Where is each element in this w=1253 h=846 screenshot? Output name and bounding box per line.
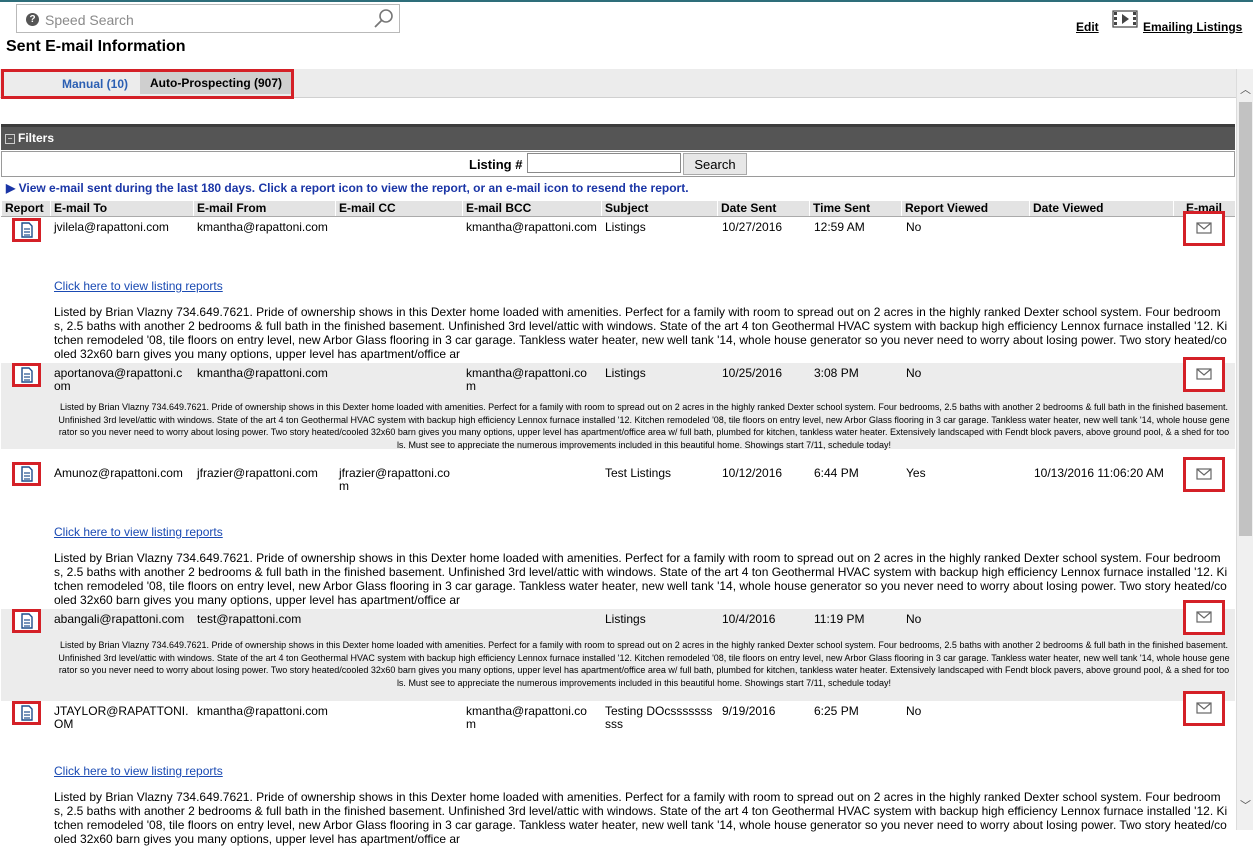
email-to: aportanova@rapattoni.com: [54, 366, 183, 393]
report-viewed: Yes: [906, 466, 926, 480]
col-time-sent[interactable]: Time Sent: [809, 201, 901, 216]
col-email-from[interactable]: E-mail From: [193, 201, 335, 216]
report-icon[interactable]: [12, 609, 41, 633]
report-icon[interactable]: [12, 218, 41, 242]
col-report-viewed[interactable]: Report Viewed: [901, 201, 1029, 216]
listing-number-input[interactable]: [527, 153, 681, 173]
email-to: Amunoz@rapattoni.com: [54, 466, 183, 480]
play-arrow-icon: ▶: [6, 181, 16, 195]
mail-icon[interactable]: [1183, 600, 1225, 635]
vertical-scrollbar[interactable]: ︿ ﹀: [1236, 69, 1253, 830]
email-to: abangali@rapattoni.com: [54, 612, 185, 626]
email-cc: jfrazier@rapattoni.com: [339, 466, 450, 493]
filters-header[interactable]: − Filters: [1, 124, 1235, 150]
col-report[interactable]: Report: [1, 201, 50, 216]
date-sent: 10/12/2016: [722, 466, 783, 480]
mail-icon[interactable]: [1183, 457, 1225, 492]
scroll-down-icon[interactable]: ﹀: [1240, 801, 1251, 812]
email-to: jvilela@rapattoni.com: [54, 220, 169, 234]
view-listing-reports-link[interactable]: Click here to view listing reports: [54, 525, 223, 539]
listing-description: Listed by Brian Vlazny 734.649.7621. Pri…: [54, 305, 1228, 361]
top-accent-line: [0, 0, 1253, 2]
filter-row: Listing # Search: [1, 151, 1235, 177]
listing-description: Listed by Brian Vlazny 734.649.7621. Pri…: [54, 551, 1228, 607]
date-sent: 10/25/2016: [722, 366, 783, 380]
email-bcc: kmantha@rapattoni.com: [466, 704, 587, 731]
listing-number-label: Listing #: [469, 157, 523, 172]
info-text: ▶ View e-mail sent during the last 180 d…: [6, 181, 689, 195]
edit-link[interactable]: Edit: [1076, 20, 1099, 34]
view-listing-reports-link[interactable]: Click here to view listing reports: [54, 764, 223, 778]
speed-search[interactable]: ?: [16, 4, 400, 33]
listing-description: Listed by Brian Vlazny 734.649.7621. Pri…: [54, 790, 1228, 846]
report-viewed: No: [906, 220, 922, 234]
subject: Test Listings: [605, 466, 672, 480]
report-icon[interactable]: [12, 462, 41, 486]
scrollbar-thumb[interactable]: [1239, 102, 1252, 536]
mail-icon[interactable]: [1183, 211, 1225, 246]
search-icon[interactable]: [373, 8, 395, 30]
tab-manual[interactable]: Manual (10): [62, 77, 128, 91]
table-row: jvilela@rapattoni.com kmantha@rapattoni.…: [1, 211, 1235, 363]
time-sent: 6:44 PM: [814, 466, 859, 480]
report-viewed: No: [906, 366, 922, 380]
col-subject[interactable]: Subject: [601, 201, 717, 216]
report-icon[interactable]: [12, 701, 41, 725]
scroll-up-icon[interactable]: ︿: [1240, 85, 1251, 96]
info-message: View e-mail sent during the last 180 day…: [18, 181, 689, 195]
listing-description: Listed by Brian Vlazny 734.649.7621. Pri…: [58, 640, 1230, 688]
mail-icon[interactable]: [1183, 357, 1225, 392]
time-sent: 11:19 PM: [814, 612, 865, 626]
table-header: Report E-mail To E-mail From E-mail CC E…: [1, 201, 1235, 217]
listing-description: Listed by Brian Vlazny 734.649.7621. Pri…: [58, 402, 1230, 450]
subject: Listings: [605, 220, 646, 234]
mail-icon[interactable]: [1183, 691, 1225, 726]
col-email-bcc[interactable]: E-mail BCC: [462, 201, 601, 216]
tab-auto-prospecting[interactable]: Auto-Prospecting (907): [140, 72, 293, 94]
film-icon[interactable]: [1112, 10, 1138, 28]
date-sent: 10/4/2016: [722, 612, 776, 626]
collapse-icon[interactable]: −: [5, 133, 15, 144]
email-bcc: kmantha@rapattoni.com: [466, 366, 587, 393]
email-from: kmantha@rapattoni.com: [197, 220, 328, 234]
col-email-to[interactable]: E-mail To: [50, 201, 193, 216]
search-button[interactable]: Search: [683, 153, 747, 175]
table-row: JTAYLOR@RAPATTONI.OM kmantha@rapattoni.c…: [1, 691, 1235, 846]
email-bcc: kmantha@rapattoni.com: [466, 220, 597, 234]
subject: Listings: [605, 612, 646, 626]
filters-title: Filters: [18, 131, 55, 145]
email-from: jfrazier@rapattoni.com: [197, 466, 318, 480]
date-sent: 10/27/2016: [722, 220, 783, 234]
email-from: kmantha@rapattoni.com: [197, 704, 328, 718]
report-icon[interactable]: [12, 363, 41, 387]
page-title: Sent E-mail Information: [6, 38, 186, 55]
date-sent: 9/19/2016: [722, 704, 776, 718]
col-date-viewed[interactable]: Date Viewed: [1029, 201, 1173, 216]
table-row: abangali@rapattoni.com test@rapattoni.co…: [1, 600, 1235, 701]
email-from: test@rapattoni.com: [197, 612, 302, 626]
help-icon[interactable]: ?: [26, 13, 39, 26]
date-viewed: 10/13/2016 11:06:20 AM: [1034, 466, 1164, 480]
subject: Listings: [605, 366, 646, 380]
email-from: kmantha@rapattoni.com: [197, 366, 328, 380]
report-viewed: No: [906, 612, 922, 626]
col-date-sent[interactable]: Date Sent: [717, 201, 809, 216]
time-sent: 12:59 AM: [814, 220, 865, 234]
time-sent: 3:08 PM: [814, 366, 859, 380]
tab-bar: Manual (10) Auto-Prospecting (907): [0, 69, 1236, 98]
col-email-cc[interactable]: E-mail CC: [335, 201, 462, 216]
report-viewed: No: [906, 704, 922, 718]
email-to: JTAYLOR@RAPATTONI.OM: [54, 704, 189, 731]
emailing-listings-link[interactable]: Emailing Listings: [1143, 20, 1242, 34]
view-listing-reports-link[interactable]: Click here to view listing reports: [54, 279, 223, 293]
speed-search-input[interactable]: [43, 9, 367, 31]
table-row: aportanova@rapattoni.com kmantha@rapatto…: [1, 357, 1235, 450]
time-sent: 6:25 PM: [814, 704, 859, 718]
table-row: Amunoz@rapattoni.com jfrazier@rapattoni.…: [1, 457, 1235, 609]
subject: Testing DOcssssssssss: [605, 704, 713, 731]
